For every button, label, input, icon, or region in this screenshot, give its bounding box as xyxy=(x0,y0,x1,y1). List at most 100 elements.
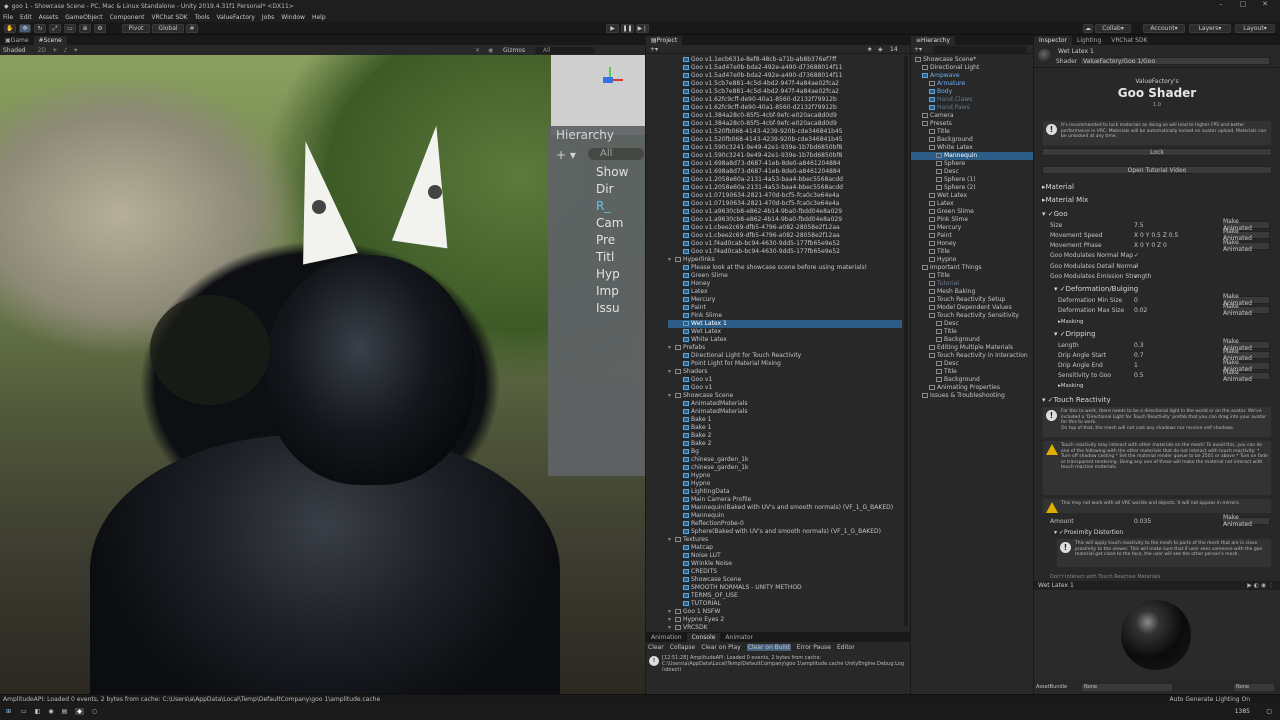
project-item[interactable]: Goo v1.cbee2c69-dfb5-4796-a082-28058e2f1… xyxy=(668,232,902,240)
chevron-down-icon[interactable]: ▾ xyxy=(668,536,675,544)
project-item[interactable]: Goo v1.590c3241-9e49-42e1-939e-1b7bd6850… xyxy=(668,152,902,160)
hierarchy-item[interactable]: Title xyxy=(911,328,1033,336)
project-item[interactable]: Sphere(Baked with UV's and smooth normal… xyxy=(668,528,902,536)
project-item[interactable]: Wet Latex xyxy=(668,328,902,336)
chevron-down-icon[interactable]: ▾ xyxy=(668,624,675,632)
tools-icon[interactable]: ✕ xyxy=(475,47,480,54)
audio-toggle-icon[interactable]: ♪ xyxy=(63,47,67,54)
project-item[interactable]: Bake 2 xyxy=(668,440,902,448)
hierarchy-item[interactable]: Title xyxy=(911,272,1033,280)
effects-toggle-icon[interactable]: ✦ xyxy=(73,47,78,54)
project-item[interactable]: Mercury xyxy=(668,296,902,304)
project-item[interactable]: Goo v1.384a28c0-85f5-4cbf-9efc-e020aca8d… xyxy=(668,112,902,120)
chevron-down-icon[interactable]: ▾ xyxy=(668,392,675,400)
shader-dropdown[interactable]: ValueFactory/Goo 1/Goo xyxy=(1080,57,1270,65)
material-preview[interactable] xyxy=(1034,590,1280,680)
tab-inspector[interactable]: Inspector xyxy=(1034,36,1072,45)
menu-vrchat-sdk[interactable]: VRChat SDK xyxy=(151,14,187,21)
hierarchy-item[interactable]: Title xyxy=(911,128,1033,136)
console-log-entry[interactable]: ! [12:51:28] AmplitudeAPI: Loaded 0 even… xyxy=(648,655,908,671)
section-proximity[interactable]: ▾ ✓ Proximity Distortion xyxy=(1054,527,1276,537)
project-item[interactable]: Wet Latex 1 xyxy=(668,320,902,328)
move-tool-icon[interactable]: ✥ xyxy=(19,24,31,33)
property-value[interactable]: X 0 Y 0 Z 0 xyxy=(1134,242,1167,249)
project-item[interactable]: LightingData xyxy=(668,488,902,496)
tab-lighting[interactable]: Lighting xyxy=(1072,36,1106,45)
taskbar-app-icon[interactable]: ▤ xyxy=(62,708,68,715)
step-button[interactable]: ▶❘ xyxy=(636,24,649,33)
scene-gizmo[interactable] xyxy=(551,55,645,135)
project-item[interactable]: Goo v1.5cb7e881-4c5d-4bd2-947f-4a84ae02f… xyxy=(668,88,902,96)
hierarchy-item[interactable]: Issues & Troubleshooting xyxy=(911,392,1033,400)
project-item[interactable]: Goo v1.62fc9cff-de90-40a1-8560-d2132f799… xyxy=(668,104,902,112)
project-item[interactable]: Matcap xyxy=(668,544,902,552)
layout-dropdown[interactable]: Layout ▾ xyxy=(1235,24,1275,33)
property-value[interactable]: 0.02 xyxy=(1134,307,1147,314)
hierarchy-item[interactable]: Desc xyxy=(911,360,1033,368)
collab-dropdown[interactable]: Collab ▾ xyxy=(1095,24,1131,33)
console-error-pause-button[interactable]: Error Pause xyxy=(797,644,831,651)
project-item[interactable]: Goo v1.590c3241-9e49-42e1-939e-1b7bd6850… xyxy=(668,144,902,152)
hierarchy-item[interactable]: Touch Reactivity in Interaction xyxy=(911,352,1033,360)
hierarchy-item[interactable]: Model Dependent Values xyxy=(911,304,1033,312)
hierarchy-item[interactable]: Important Things xyxy=(911,264,1033,272)
console-clear-on-play-button[interactable]: Clear on Play xyxy=(701,644,741,651)
project-scrollbar[interactable] xyxy=(904,56,908,626)
project-item[interactable]: Point Light for Material Mixing xyxy=(668,360,902,368)
project-item[interactable]: Hypno xyxy=(668,472,902,480)
lock-button[interactable]: Lock xyxy=(1042,148,1272,156)
console-editor-dropdown[interactable]: Editor xyxy=(837,644,855,651)
menu-component[interactable]: Component xyxy=(110,14,145,21)
hierarchy-item[interactable]: Green Slime xyxy=(911,208,1033,216)
property-value[interactable]: 7.5 xyxy=(1134,222,1144,229)
project-item[interactable]: Goo v1.384a28c0-85f5-4cbf-9efc-e020aca8d… xyxy=(668,120,902,128)
camera-icon[interactable]: ◉ xyxy=(488,47,493,54)
hierarchy-item[interactable]: Hypno xyxy=(911,256,1033,264)
project-item[interactable]: ▾ VRCSDK xyxy=(668,624,902,632)
rect-tool-icon[interactable]: ▭ xyxy=(64,24,76,33)
project-item[interactable]: Goo v1.520fb068-4143-4239-920b-cde346841… xyxy=(668,136,902,144)
section-masking-2[interactable]: ▸ Masking xyxy=(1058,381,1276,391)
chevron-down-icon[interactable]: ▾ xyxy=(668,608,675,616)
tab-game[interactable]: ▣ Game xyxy=(0,36,34,45)
menu-file[interactable]: File xyxy=(3,14,13,21)
amount-value[interactable]: 0.035 xyxy=(1134,518,1151,525)
menu-edit[interactable]: Edit xyxy=(20,14,32,21)
play-button[interactable]: ▶ xyxy=(606,24,619,33)
tab-project[interactable]: ▤ Project xyxy=(646,36,683,45)
menu-gameobject[interactable]: GameObject xyxy=(65,14,102,21)
property-value[interactable]: ✓ xyxy=(1134,273,1139,280)
custom-tool-icon[interactable]: ⚙ xyxy=(94,24,106,33)
project-item[interactable]: chinese_garden_1k xyxy=(668,464,902,472)
preview-controls-icon[interactable]: ▶ ◐ ◉ ⋮ xyxy=(1247,582,1274,589)
project-item[interactable]: SMOOTH NORMALS - UNITY METHOD xyxy=(668,584,902,592)
scene-search-input[interactable]: All xyxy=(535,46,595,54)
hierarchy-item[interactable]: Body xyxy=(911,88,1033,96)
project-item[interactable]: Green Slime xyxy=(668,272,902,280)
hierarchy-item[interactable]: Showcase Scene* xyxy=(911,56,1033,64)
project-item[interactable]: Goo v1.698a8d73-d687-41eb-8de0-a84612048… xyxy=(668,168,902,176)
hierarchy-add-icon[interactable]: +▾ xyxy=(914,46,922,53)
hierarchy-item[interactable]: Honey xyxy=(911,240,1033,248)
project-item[interactable]: Directional Light for Touch Reactivity xyxy=(668,352,902,360)
notification-icon[interactable]: ▢ xyxy=(1266,708,1272,715)
hierarchy-item[interactable]: Presets xyxy=(911,120,1033,128)
shading-mode-dropdown[interactable]: Shaded xyxy=(3,47,26,54)
project-item[interactable]: Goo v1.a9630cb8-e862-4b14-9ba0-fbdd04e8a… xyxy=(668,216,902,224)
hierarchy-item[interactable]: Sphere (2) xyxy=(911,184,1033,192)
section-material[interactable]: ▸ Material xyxy=(1042,182,1276,192)
project-item[interactable]: chinese_garden_1k xyxy=(668,456,902,464)
project-item[interactable]: Bake 1 xyxy=(668,424,902,432)
project-item[interactable]: AnimatedMaterials xyxy=(668,400,902,408)
hierarchy-item[interactable]: Hand.Claws xyxy=(911,96,1033,104)
hierarchy-search-input[interactable] xyxy=(933,46,1027,53)
project-item[interactable]: AnimatedMaterials xyxy=(668,408,902,416)
property-value[interactable]: 0.3 xyxy=(1134,342,1144,349)
pause-button[interactable]: ❚❚ xyxy=(621,24,634,33)
hierarchy-item[interactable]: Editing Multiple Materials xyxy=(911,344,1033,352)
hierarchy-item[interactable]: Mannequin xyxy=(911,152,1033,160)
project-item[interactable]: Bake 2 xyxy=(668,432,902,440)
grid-snap-icon[interactable]: # xyxy=(186,24,198,33)
project-item[interactable]: Showcase Scene xyxy=(668,576,902,584)
project-item[interactable]: Goo v1.62fc9cff-de90-40a1-8560-d2132f799… xyxy=(668,96,902,104)
